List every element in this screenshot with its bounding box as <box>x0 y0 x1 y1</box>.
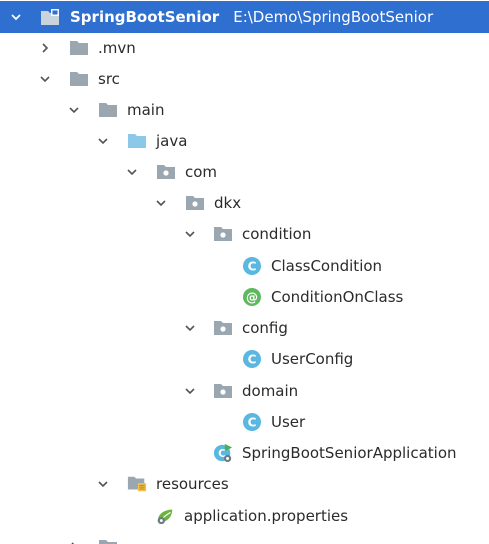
tree-label: main <box>127 100 165 119</box>
tree-label: UserConfig <box>271 349 354 368</box>
package-icon <box>213 318 233 338</box>
tree-label: User <box>271 412 306 431</box>
project-name: SpringBootSenior <box>70 8 220 26</box>
tree-row-domain[interactable]: domain <box>0 375 489 406</box>
tree-row-resources[interactable]: resources <box>0 468 489 499</box>
tree-row-src[interactable]: src <box>0 63 489 94</box>
tree-label: SpringBootSeniorApplication <box>242 443 457 462</box>
chevron-down-icon[interactable] <box>124 164 140 180</box>
chevron-right-icon[interactable] <box>37 40 53 56</box>
annotation-icon: @ <box>242 287 262 307</box>
tree-label: domain <box>242 381 299 400</box>
tree-row-userconfig[interactable]: C UserConfig <box>0 343 489 374</box>
resources-folder-icon <box>127 474 147 494</box>
chevron-down-icon[interactable] <box>95 476 111 492</box>
tree-row-main[interactable]: main <box>0 94 489 125</box>
tree-row-partial[interactable] <box>0 531 489 544</box>
folder-icon <box>98 537 118 544</box>
chevron-down-icon[interactable] <box>182 383 198 399</box>
folder-icon <box>69 69 89 89</box>
svg-text:C: C <box>248 352 257 366</box>
tree-row-java[interactable]: java <box>0 125 489 156</box>
class-icon: C <box>242 349 262 369</box>
tree-row-com[interactable]: com <box>0 156 489 187</box>
tree-label: java <box>156 131 188 150</box>
tree-row-classcondition[interactable]: C ClassCondition <box>0 250 489 281</box>
tree-row-condition[interactable]: condition <box>0 218 489 249</box>
tree-label: ClassCondition <box>271 256 383 275</box>
project-folder-icon <box>40 7 60 27</box>
folder-icon <box>69 38 89 58</box>
tree-label: .mvn <box>98 38 136 57</box>
tree-label: application.properties <box>184 506 349 525</box>
chevron-down-icon[interactable] <box>66 102 82 118</box>
tree-row-user[interactable]: C User <box>0 406 489 437</box>
class-icon: C <box>242 256 262 276</box>
chevron-right-icon[interactable] <box>66 539 82 544</box>
spring-properties-icon <box>155 506 175 526</box>
chevron-down-icon[interactable] <box>182 226 198 242</box>
chevron-down-icon[interactable] <box>153 195 169 211</box>
source-folder-icon <box>127 131 147 151</box>
package-icon <box>213 224 233 244</box>
chevron-down-icon[interactable] <box>37 71 53 87</box>
package-icon <box>156 162 176 182</box>
tree-row-config[interactable]: config <box>0 312 489 343</box>
package-icon <box>213 381 233 401</box>
tree-label: dkx <box>214 193 242 212</box>
tree-row-application-properties[interactable]: application.properties <box>0 500 489 531</box>
spring-boot-application-icon: C <box>213 443 233 463</box>
tree-label: config <box>242 318 288 337</box>
tree-label: condition <box>242 224 312 243</box>
tree-row-conditiononclass[interactable]: @ ConditionOnClass <box>0 281 489 312</box>
tree-row-dkx[interactable]: dkx <box>0 187 489 218</box>
svg-text:C: C <box>248 259 257 273</box>
chevron-down-icon[interactable] <box>182 320 198 336</box>
tree-label: com <box>185 162 218 181</box>
class-icon: C <box>242 412 262 432</box>
package-icon <box>185 193 205 213</box>
tree-label: src <box>98 69 120 88</box>
project-path: E:\Demo\SpringBootSenior <box>233 8 434 26</box>
svg-text:@: @ <box>246 290 258 304</box>
chevron-down-icon[interactable] <box>95 133 111 149</box>
folder-icon <box>98 100 118 120</box>
tree-row-mvn[interactable]: .mvn <box>0 32 489 63</box>
tree-label: resources <box>156 474 229 493</box>
tree-row-project[interactable]: SpringBootSenior E:\Demo\SpringBootSenior <box>0 1 489 33</box>
tree-row-springbootseniorapplication[interactable]: C SpringBootSeniorApplication <box>0 437 489 468</box>
chevron-down-icon[interactable] <box>8 9 24 25</box>
tree-label: ConditionOnClass <box>271 287 404 306</box>
svg-text:C: C <box>248 415 257 429</box>
project-tree: SpringBootSenior E:\Demo\SpringBootSenior… <box>0 0 489 544</box>
